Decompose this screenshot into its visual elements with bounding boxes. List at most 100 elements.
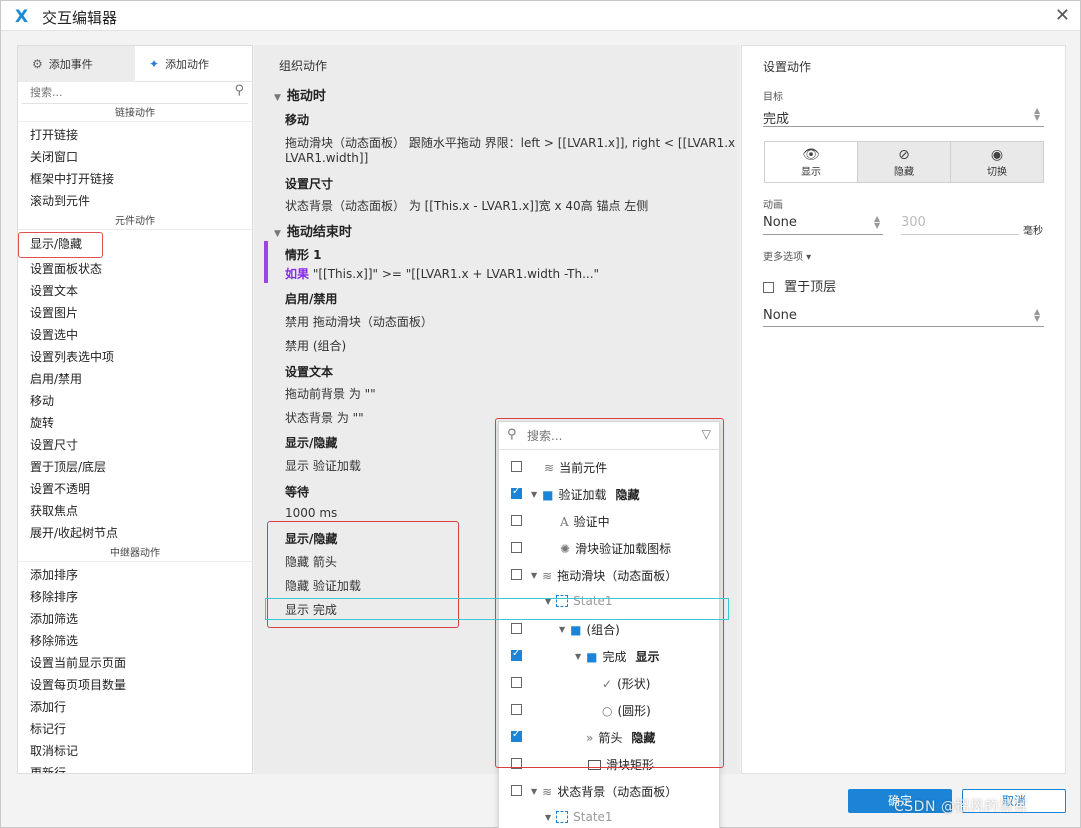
toggle-label: 切换 — [987, 166, 1007, 178]
condition-text: "[[This.x]]" >= "[[LVAR1.x + LVAR1.width… — [312, 267, 600, 281]
action-item[interactable]: 滚动到元件 — [18, 190, 252, 212]
action-detail[interactable]: 状态背景 为 "" — [285, 409, 364, 426]
action-type-label: 设置尺寸 — [285, 177, 334, 191]
action-item[interactable]: 移动 — [18, 390, 252, 412]
action-detail[interactable]: 1000 ms — [285, 506, 337, 520]
event-drag-end-header[interactable]: ▼ 拖动结束时 — [274, 221, 352, 240]
duration-input[interactable]: 300 — [901, 215, 926, 230]
group-header: 中继器动作 — [18, 546, 252, 562]
duration-unit: 毫秒 — [1023, 226, 1043, 237]
if-keyword: 如果 — [285, 267, 310, 281]
event-drag-header[interactable]: ▼ 拖动时 — [274, 85, 326, 104]
action-item[interactable]: 设置列表选中项 — [18, 346, 252, 368]
animation-select[interactable]: None — [763, 215, 797, 230]
action-item[interactable]: 设置每页项目数量 — [18, 674, 252, 696]
animation-label: 动画 — [763, 200, 783, 211]
toggle-button[interactable]: ◉ 切换 — [950, 142, 1043, 182]
action-item[interactable]: 设置图片 — [18, 302, 252, 324]
hide-button[interactable]: ⊘ 隐藏 — [857, 142, 950, 182]
row-label: State1 — [573, 810, 613, 824]
case-condition[interactable]: 如果 "[[This.x]]" >= "[[LVAR1.x + LVAR1.wi… — [285, 265, 599, 282]
group-header: 元件动作 — [18, 214, 252, 230]
row-checkbox[interactable] — [511, 785, 522, 796]
tab-add-action[interactable]: ✦ 添加动作 — [135, 46, 252, 82]
action-type-label: 等待 — [285, 485, 310, 499]
action-detail[interactable]: 状态背景（动态面板） 为 [[This.x - LVAR1.x]]宽 x 40高… — [285, 197, 648, 214]
lightbox-underline — [763, 326, 1044, 327]
annotation-line-selected — [265, 598, 729, 620]
title-bar: X 交互编辑器 ✕ — [1, 1, 1080, 31]
row-label: 状态背景（动态面板） — [557, 785, 678, 799]
panel-title: 设置动作 — [763, 60, 812, 74]
action-item[interactable]: 获取焦点 — [18, 500, 252, 522]
interaction-editor-window: X 交互编辑器 ✕ ⚙ 添加事件 ✦ 添加动作 ⚲ 链接动作 打开链接 关闭窗口… — [0, 0, 1081, 828]
action-type-label: 显示/隐藏 — [285, 436, 338, 450]
panel-title: 组织动作 — [279, 59, 328, 73]
action-item[interactable]: 设置文本 — [18, 280, 252, 302]
action-item[interactable]: 添加行 — [18, 696, 252, 718]
expand-caret-icon[interactable]: ▼ — [545, 813, 551, 822]
hide-label: 隐藏 — [894, 166, 914, 178]
action-detail[interactable]: 禁用 拖动滑块（动态面板） — [285, 313, 433, 330]
tab-add-event[interactable]: ⚙ 添加事件 — [18, 46, 135, 82]
action-item[interactable]: 设置面板状态 — [18, 258, 252, 280]
bring-to-front-label: 置于顶层 — [784, 280, 837, 295]
group-header: 链接动作 — [18, 106, 252, 122]
close-icon[interactable]: ✕ — [1055, 5, 1070, 26]
animation-updown-icon[interactable]: ▲ ▼ — [874, 215, 880, 230]
action-item[interactable]: 启用/禁用 — [18, 368, 252, 390]
action-detail[interactable]: LVAR1.width]] — [285, 151, 368, 165]
window-title: 交互编辑器 — [42, 9, 118, 27]
configure-action-panel: 设置动作 目标 完成 ▲ ▼ 👁 显示 ⊘ 隐藏 ◉ 切换 动画 None ▲ ▼ … — [741, 45, 1066, 774]
eye-slash-icon: ⊘ — [898, 146, 910, 163]
animation-underline — [763, 234, 883, 235]
action-detail[interactable]: 拖动滑块（动态面板） 跟随水平拖动 界限：left > [[LVAR1.x]],… — [285, 134, 740, 151]
action-item[interactable]: 标记行 — [18, 718, 252, 740]
action-detail[interactable]: 显示 验证加载 — [285, 457, 361, 474]
more-options-toggle[interactable]: 更多选项 ▾ — [763, 248, 811, 263]
action-item[interactable]: 关闭窗口 — [18, 146, 252, 168]
action-item-show-hide[interactable]: 显示/隐藏 — [18, 232, 103, 258]
action-item[interactable]: 框架中打开链接 — [18, 168, 252, 190]
action-item[interactable]: 添加筛选 — [18, 608, 252, 630]
action-item[interactable]: 设置选中 — [18, 324, 252, 346]
action-item[interactable]: 添加排序 — [18, 564, 252, 586]
action-search-input[interactable] — [22, 82, 212, 102]
bring-to-front-checkbox[interactable] — [763, 282, 774, 293]
action-detail[interactable]: 禁用 (组合) — [285, 337, 346, 354]
action-item[interactable]: 旋转 — [18, 412, 252, 434]
action-item[interactable]: 设置不透明 — [18, 478, 252, 500]
action-detail[interactable]: 拖动前背景 为 "" — [285, 385, 376, 402]
action-item[interactable]: 设置当前显示页面 — [18, 652, 252, 674]
tree-row-state[interactable]: ▼ State1 — [499, 807, 719, 828]
search-icon[interactable]: ⚲ — [234, 83, 244, 98]
bring-to-front-option[interactable]: 置于顶层 — [763, 276, 836, 295]
collapse-triangle-icon[interactable]: ▼ — [274, 93, 281, 103]
action-item[interactable]: 移除排序 — [18, 586, 252, 608]
action-item[interactable]: 展开/收起树节点 — [18, 522, 252, 544]
show-button[interactable]: 👁 显示 — [765, 142, 857, 182]
lightbox-select[interactable]: None — [763, 308, 797, 323]
event-label: 拖动时 — [286, 89, 326, 104]
action-item[interactable]: 打开链接 — [18, 124, 252, 146]
action-item[interactable]: 设置尺寸 — [18, 434, 252, 456]
annotation-box-tree — [495, 418, 724, 768]
add-event-icon: ⚙ — [32, 57, 43, 71]
state-icon — [556, 811, 569, 823]
lightbox-updown-icon[interactable]: ▲ ▼ — [1034, 308, 1040, 323]
target-updown-icon[interactable]: ▲ ▼ — [1034, 107, 1040, 122]
case-label[interactable]: 情形 1 — [285, 246, 322, 263]
target-select[interactable]: 完成 — [763, 108, 789, 127]
expand-caret-icon[interactable]: ▼ — [531, 787, 537, 796]
collapse-triangle-icon[interactable]: ▼ — [274, 229, 281, 239]
action-type-label: 设置文本 — [285, 365, 334, 379]
action-item[interactable]: 取消标记 — [18, 740, 252, 762]
action-item[interactable]: 置于顶层/底层 — [18, 456, 252, 478]
action-item[interactable]: 更新行 — [18, 762, 252, 773]
duration-underline — [901, 234, 1019, 235]
tab-label: 添加事件 — [48, 58, 93, 71]
tree-row[interactable]: ▼ ≋ 状态背景（动态面板） — [499, 780, 719, 802]
left-tabs: ⚙ 添加事件 ✦ 添加动作 — [18, 46, 252, 82]
action-library-panel: ⚙ 添加事件 ✦ 添加动作 ⚲ 链接动作 打开链接 关闭窗口 框架中打开链接 滚… — [17, 45, 253, 774]
action-item[interactable]: 移除筛选 — [18, 630, 252, 652]
